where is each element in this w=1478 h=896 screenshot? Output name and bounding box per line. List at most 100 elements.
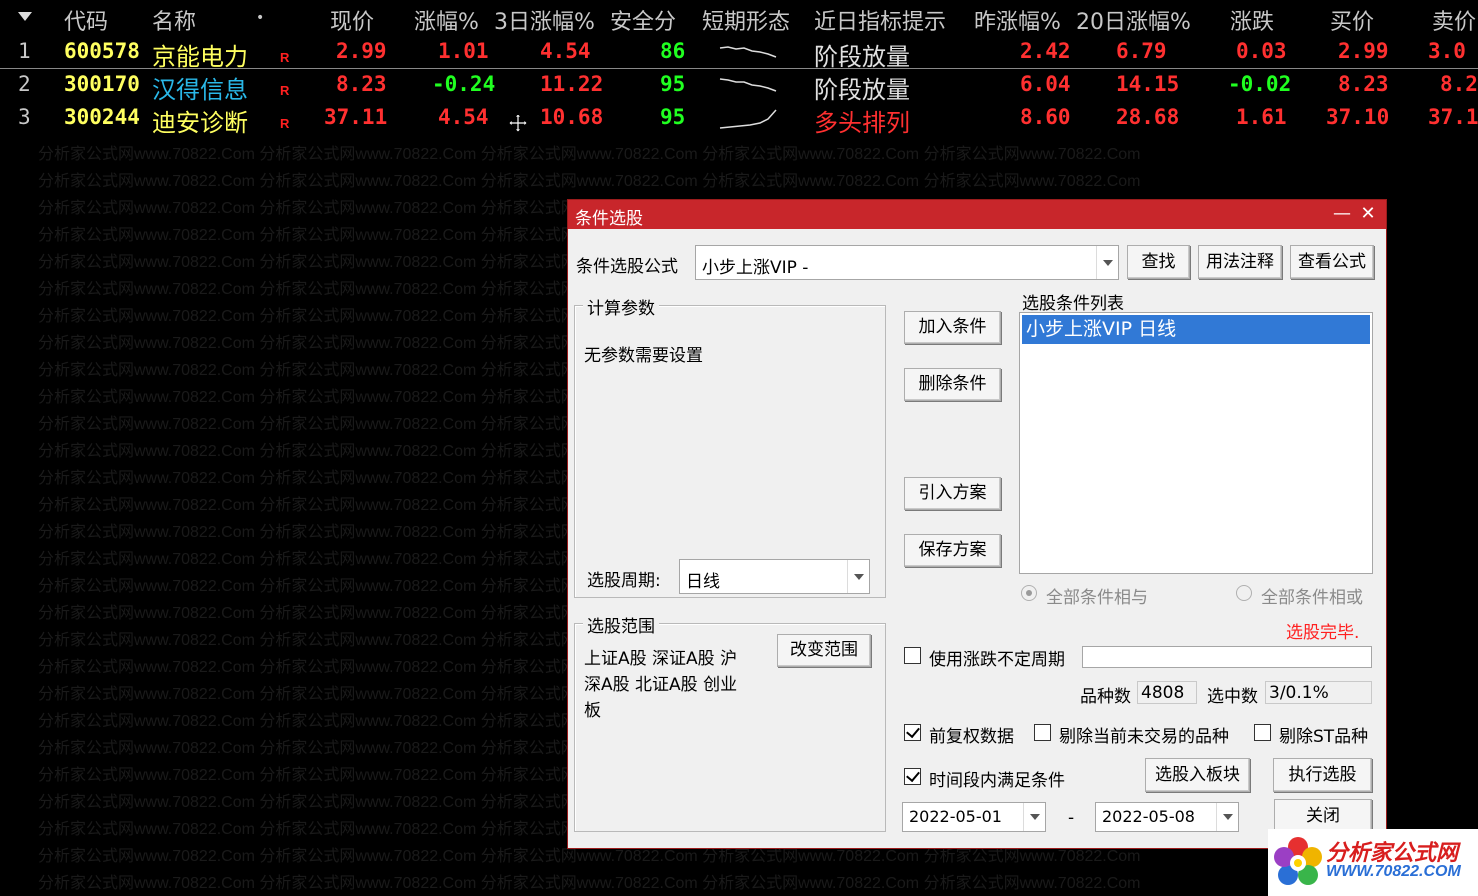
close-button[interactable]: 关闭: [1274, 799, 1372, 833]
range-group-title: 选股范围: [583, 612, 659, 637]
view-formula-button[interactable]: 查看公式: [1290, 245, 1374, 279]
table-header: 代码 名称 • 现价 涨幅% 3日涨幅% 安全分 短期形态 近日指标提示 昨涨幅…: [0, 0, 1478, 38]
table-row[interactable]: 2 300170 汉得信息 R 8.23 -0.24 11.22 95 阶段放量…: [0, 69, 1478, 104]
formula-select[interactable]: 小步上涨VIP -: [695, 245, 1119, 280]
range-group: 选股范围 上证A股 深证A股 沪 深A股 北证A股 创业 板 改变范围: [574, 612, 886, 832]
import-plan-button[interactable]: 引入方案: [904, 477, 1001, 510]
date-to-picker[interactable]: 2022-05-08: [1095, 802, 1239, 832]
period-select[interactable]: 日线: [679, 559, 870, 594]
date-to-value: 2022-05-08: [1102, 807, 1195, 826]
condition-listbox[interactable]: 小步上涨VIP 日线: [1019, 312, 1373, 574]
variable-period-label[interactable]: 使用涨跌不定周期: [929, 645, 1065, 670]
change: -0.24: [432, 72, 496, 96]
change20: 6.79: [1116, 39, 1167, 63]
move-cursor-icon: [508, 113, 528, 133]
params-text: 无参数需要设置: [584, 346, 703, 366]
delete-condition-button[interactable]: 删除条件: [904, 368, 1001, 401]
adjust-checkbox[interactable]: [904, 724, 921, 741]
no-trade-label[interactable]: 剔除当前未交易的品种: [1059, 722, 1229, 747]
dialog-titlebar[interactable]: 条件选股 — ✕: [568, 200, 1386, 229]
range-text-line2: 深A股 北证A股 创业: [584, 675, 738, 695]
safety-score: 95: [660, 105, 686, 129]
range-text-line1: 上证A股 深证A股 沪: [584, 649, 738, 669]
table-row[interactable]: 3 300244 迪安诊断 R 37.11 4.54 10.68 95 多头排列…: [0, 102, 1478, 137]
col-prev-change[interactable]: 昨涨幅%: [974, 4, 1061, 36]
prev-change: 8.60: [1020, 105, 1071, 129]
find-button[interactable]: 查找: [1127, 245, 1190, 279]
radio-all-and-label[interactable]: 全部条件相与: [1046, 583, 1148, 608]
period-label: 选股周期:: [587, 571, 661, 591]
condition-list-label: 选股条件列表: [1022, 294, 1124, 314]
dialog-title: 条件选股: [575, 209, 643, 229]
params-group-title: 计算参数: [583, 294, 659, 319]
variable-period-input[interactable]: [1082, 646, 1372, 668]
col-change20[interactable]: 20日涨幅%: [1076, 4, 1191, 36]
col-ask[interactable]: 卖价: [1432, 4, 1476, 36]
usage-notes-button[interactable]: 用法注释: [1198, 245, 1282, 279]
change: 4.54: [438, 105, 489, 129]
hint-text: 阶段放量: [814, 43, 910, 71]
ask: 37.1: [1428, 105, 1478, 129]
formula-label: 条件选股公式: [576, 257, 678, 277]
adjust-label[interactable]: 前复权数据: [929, 722, 1014, 747]
bid: 2.99: [1338, 39, 1389, 63]
sort-arrow-icon[interactable]: [18, 12, 32, 21]
close-icon[interactable]: ✕: [1356, 202, 1380, 226]
period-value: 日线: [686, 572, 720, 592]
st-label[interactable]: 剔除ST品种: [1279, 722, 1368, 747]
safety-score: 95: [660, 72, 686, 96]
col-safety[interactable]: 安全分: [610, 4, 676, 36]
col-dot[interactable]: •: [256, 10, 264, 26]
variable-period-checkbox[interactable]: [904, 647, 921, 664]
change20: 28.68: [1116, 105, 1180, 129]
col-hint[interactable]: 近日指标提示: [814, 4, 946, 36]
stock-name: 京能电力: [152, 43, 248, 71]
chevron-down-icon[interactable]: [1023, 803, 1045, 831]
safety-score: 86: [660, 39, 686, 63]
no-trade-checkbox[interactable]: [1034, 724, 1051, 741]
sparkline: [719, 78, 777, 92]
time-range-checkbox[interactable]: [904, 768, 921, 785]
list-item[interactable]: 小步上涨VIP 日线: [1022, 315, 1370, 344]
add-to-block-button[interactable]: 选股入板块: [1145, 758, 1250, 792]
execute-button[interactable]: 执行选股: [1273, 758, 1372, 792]
radio-all-or-label[interactable]: 全部条件相或: [1261, 583, 1363, 608]
radio-all-or[interactable]: [1236, 585, 1252, 601]
site-logo: 分析家公式网 WWW.70822.COM: [1268, 829, 1478, 896]
col-change3[interactable]: 3日涨幅%: [494, 4, 595, 36]
radio-all-and[interactable]: [1021, 585, 1037, 601]
ask: 8.2: [1440, 72, 1478, 96]
minimize-icon[interactable]: —: [1330, 202, 1354, 226]
st-checkbox[interactable]: [1254, 724, 1271, 741]
watermark-text: 分析家公式网www.70822.Com 分析家公式网www.70822.Com …: [38, 173, 1141, 190]
flower-logo-icon: [1274, 837, 1322, 885]
chevron-down-icon[interactable]: [1216, 803, 1238, 831]
col-pattern[interactable]: 短期形态: [702, 4, 790, 36]
date-from-picker[interactable]: 2022-05-01: [902, 802, 1046, 832]
col-code[interactable]: 代码: [64, 4, 108, 36]
change: 1.01: [438, 39, 489, 63]
col-diff[interactable]: 涨跌: [1230, 4, 1274, 36]
change-range-button[interactable]: 改变范围: [777, 634, 871, 667]
count-field: 4808: [1137, 681, 1197, 704]
save-plan-button[interactable]: 保存方案: [904, 534, 1001, 567]
table-row[interactable]: 1 600578 京能电力 R 2.99 1.01 4.54 86 阶段放量 2…: [0, 36, 1478, 71]
selected-value: 3/0.1%: [1269, 683, 1329, 703]
add-condition-button[interactable]: 加入条件: [904, 311, 1001, 344]
change3: 4.54: [540, 39, 591, 63]
col-name[interactable]: 名称: [152, 4, 196, 36]
col-price[interactable]: 现价: [330, 4, 374, 36]
chevron-down-icon[interactable]: [1096, 246, 1118, 279]
count-value: 4808: [1141, 683, 1185, 703]
col-bid[interactable]: 买价: [1330, 4, 1374, 36]
row-index: 2: [18, 72, 31, 96]
bid: 37.10: [1326, 105, 1390, 129]
change20: 14.15: [1116, 72, 1180, 96]
col-change[interactable]: 涨幅%: [414, 4, 479, 36]
stock-name: 迪安诊断: [152, 109, 248, 137]
time-range-label[interactable]: 时间段内满足条件: [929, 766, 1065, 791]
chevron-down-icon[interactable]: [847, 560, 869, 593]
stock-code: 300244: [64, 105, 140, 129]
range-text-line3: 板: [584, 701, 601, 721]
hint-text: 阶段放量: [814, 76, 910, 104]
